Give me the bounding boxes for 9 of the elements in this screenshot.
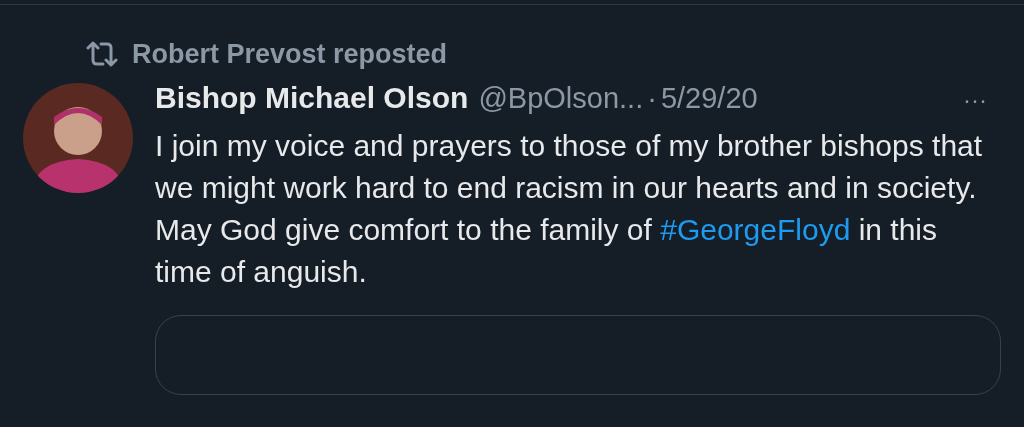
repost-label: Robert Prevost reposted [132,38,448,70]
hashtag-link[interactable]: #GeorgeFloyd [660,213,851,246]
author-handle[interactable]: @BpOlson... [478,82,644,115]
post-date[interactable]: 5/29/20 [660,82,758,115]
more-button[interactable]: ··· [963,86,987,114]
post-text: I join my voice and prayers to those of my brother bishops that we might work hard to end racism in our hearts and in society. May God give comfort to the family of #GeorgeFloyd in this time of anguish. [155,128,984,290]
separator-dot: · [647,82,657,115]
author-name[interactable]: Bishop Michael Olson [155,81,469,115]
repost-icon [86,40,118,68]
